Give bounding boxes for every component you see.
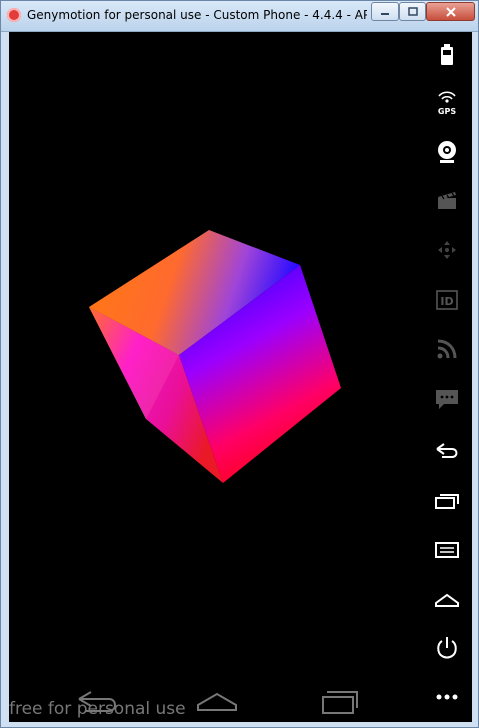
title-bar[interactable]: Genymotion for personal use - Custom Pho… <box>1 1 478 32</box>
dpad-button[interactable] <box>429 232 465 268</box>
back-icon <box>436 443 458 458</box>
id-label: ID <box>440 295 453 308</box>
close-icon <box>445 6 456 17</box>
battery-button[interactable] <box>429 37 465 73</box>
window-title: Genymotion for personal use - Custom Pho… <box>27 8 367 22</box>
android-screen[interactable]: free for personal use <box>9 32 421 722</box>
rss-icon <box>437 339 457 359</box>
recent-apps-icon <box>322 691 358 714</box>
dpad-icon <box>438 241 456 259</box>
clapperboard-icon <box>438 192 456 209</box>
webcam-button[interactable] <box>429 134 465 170</box>
battery-icon <box>441 44 453 65</box>
media-button[interactable] <box>429 183 465 219</box>
home-icon <box>435 593 459 607</box>
power-button[interactable] <box>429 630 465 666</box>
nav-recents-button[interactable] <box>310 687 364 717</box>
menu-icon <box>435 542 459 558</box>
sms-icon <box>436 390 458 409</box>
gps-icon: GPS <box>438 91 456 116</box>
genymotion-window: Genymotion for personal use - Custom Pho… <box>0 0 479 728</box>
genymotion-logo-icon <box>7 8 21 22</box>
network-button[interactable] <box>429 331 465 367</box>
id-icon: ID <box>436 290 458 310</box>
gps-label: GPS <box>438 107 456 116</box>
device-id-button[interactable]: ID <box>429 282 465 318</box>
gps-button[interactable]: GPS <box>429 85 465 121</box>
maximize-button[interactable] <box>399 2 426 21</box>
minimize-icon <box>381 12 389 15</box>
sms-button[interactable] <box>429 381 465 417</box>
rotating-cube <box>89 230 341 483</box>
more-button[interactable] <box>429 679 465 715</box>
minimize-button[interactable] <box>371 2 399 21</box>
power-icon <box>437 637 457 659</box>
recent-apps-icon <box>435 494 459 509</box>
menu-button[interactable] <box>429 532 465 568</box>
nav-home-button[interactable] <box>190 687 244 717</box>
maximize-icon <box>407 6 418 16</box>
recent-apps-button[interactable] <box>429 483 465 519</box>
more-icon <box>436 694 458 700</box>
personal-use-watermark: free for personal use <box>9 699 186 719</box>
home-button[interactable] <box>429 581 465 617</box>
genymotion-toolbar: GPS ID <box>421 32 472 722</box>
close-button[interactable] <box>426 2 475 21</box>
webcam-icon <box>438 141 456 163</box>
back-button[interactable] <box>429 433 465 469</box>
home-icon <box>197 692 237 711</box>
